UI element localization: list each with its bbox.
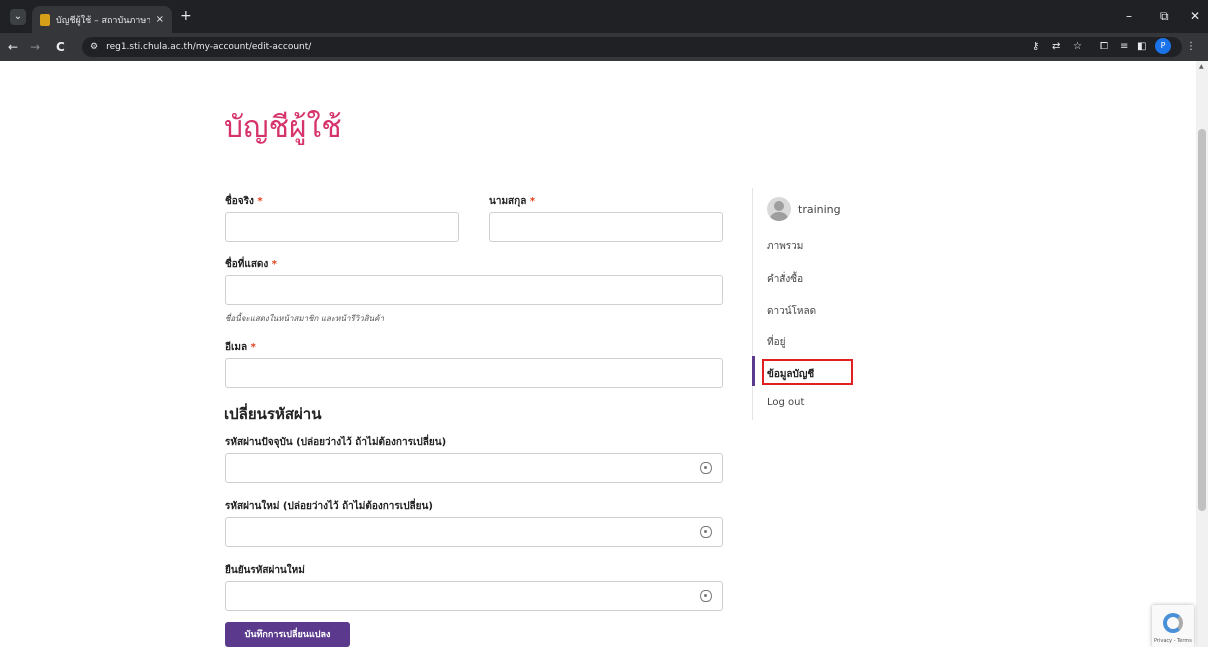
confirm-password-field[interactable]	[225, 581, 723, 611]
site-favicon-icon	[40, 13, 50, 26]
highlight-annotation	[762, 359, 853, 385]
page-scrollbar[interactable]: ▲	[1196, 61, 1208, 647]
translate-icon[interactable]: ⇄	[1052, 38, 1060, 56]
side-panel-icon[interactable]: ◧	[1137, 38, 1146, 56]
tab-close-icon[interactable]: ×	[156, 14, 164, 25]
new-password-field[interactable]	[225, 517, 723, 547]
media-icon[interactable]: ≡	[1120, 38, 1128, 56]
browser-tab-bar: ⌄ บัญชีผู้ใช้ – สถาบันภาษาไทยสิรินธร × +…	[0, 0, 1208, 33]
confirm-password-label: ยืนยันรหัสผ่านใหม่	[225, 565, 305, 576]
browser-tab[interactable]: บัญชีผู้ใช้ – สถาบันภาษาไทยสิรินธร ×	[32, 6, 172, 33]
browser-toolbar: ← → C ⚙ reg1.sti.chula.ac.th/my-account/…	[0, 33, 1208, 61]
url-text: reg1.sti.chula.ac.th/my-account/edit-acc…	[106, 42, 312, 52]
address-bar[interactable]: ⚙ reg1.sti.chula.ac.th/my-account/edit-a…	[82, 37, 1182, 57]
display-name-hint: ชื่อนี้จะแสดงในหน้าสมาชิก และหน้ารีวิวสิ…	[225, 314, 384, 323]
email-input[interactable]	[225, 358, 723, 388]
scroll-thumb[interactable]	[1198, 129, 1206, 511]
display-name-input[interactable]	[225, 275, 723, 305]
bookmark-star-icon[interactable]: ☆	[1073, 38, 1082, 56]
first-name-label: ชื่อจริง *	[225, 196, 263, 207]
last-name-input[interactable]	[489, 212, 723, 242]
restore-button[interactable]: ⧉	[1160, 9, 1169, 23]
back-icon[interactable]: ←	[8, 39, 18, 55]
password-section-title: เปลี่ยนรหัสผ่าน	[224, 405, 322, 423]
first-name-input[interactable]	[225, 212, 459, 242]
current-password-label: รหัสผ่านปัจจุบัน (ปล่อยว่างไว้ ถ้าไม่ต้อ…	[225, 437, 447, 448]
recaptcha-terms[interactable]: Privacy - Terms	[1154, 638, 1192, 644]
nav-item-logout[interactable]: Log out	[767, 397, 804, 408]
forward-icon[interactable]: →	[30, 39, 40, 55]
show-password-eye-icon[interactable]	[700, 462, 712, 474]
nav-item-orders[interactable]: คำสั่งซื้อ	[767, 272, 803, 287]
reload-icon[interactable]: C	[56, 39, 65, 55]
show-password-eye-icon[interactable]	[700, 590, 712, 602]
browser-menu-icon[interactable]: ⋮	[1186, 38, 1196, 56]
nav-item-dashboard[interactable]: ภาพรวม	[767, 239, 803, 254]
active-indicator	[752, 356, 755, 386]
email-label: อีเมล *	[225, 342, 256, 353]
tab-title: บัญชีผู้ใช้ – สถาบันภาษาไทยสิรินธร	[56, 15, 150, 26]
password-key-icon[interactable]: ⚷	[1032, 38, 1039, 56]
page-title: บัญชีผู้ใช้	[224, 110, 342, 145]
nav-item-addresses[interactable]: ที่อยู่	[767, 335, 785, 350]
site-info-icon[interactable]: ⚙	[90, 42, 98, 52]
tab-search-button[interactable]: ⌄	[10, 9, 26, 25]
username: training	[798, 203, 841, 216]
user-avatar-icon	[767, 197, 791, 221]
new-tab-button[interactable]: +	[180, 8, 192, 24]
show-password-eye-icon[interactable]	[700, 526, 712, 538]
extensions-icon[interactable]: ⧠	[1100, 38, 1108, 56]
current-password-field[interactable]	[225, 453, 723, 483]
display-name-label: ชื่อที่แสดง *	[225, 259, 278, 270]
account-navigation: training ภาพรวม คำสั่งซื้อ ดาวน์โหลด ที่…	[752, 188, 892, 420]
close-window-button[interactable]: ✕	[1190, 9, 1200, 23]
recaptcha-badge[interactable]: Privacy - Terms	[1152, 605, 1194, 647]
profile-avatar[interactable]: P	[1155, 38, 1171, 54]
last-name-label: นามสกุล *	[489, 196, 536, 207]
minimize-button[interactable]: –	[1126, 9, 1132, 23]
scroll-up-icon[interactable]: ▲	[1199, 63, 1204, 70]
recaptcha-logo-icon	[1163, 613, 1183, 633]
nav-item-downloads[interactable]: ดาวน์โหลด	[767, 304, 816, 319]
save-changes-button[interactable]: บันทึกการเปลี่ยนแปลง	[225, 622, 350, 647]
new-password-label: รหัสผ่านใหม่ (ปล่อยว่างไว้ ถ้าไม่ต้องการ…	[225, 501, 433, 512]
